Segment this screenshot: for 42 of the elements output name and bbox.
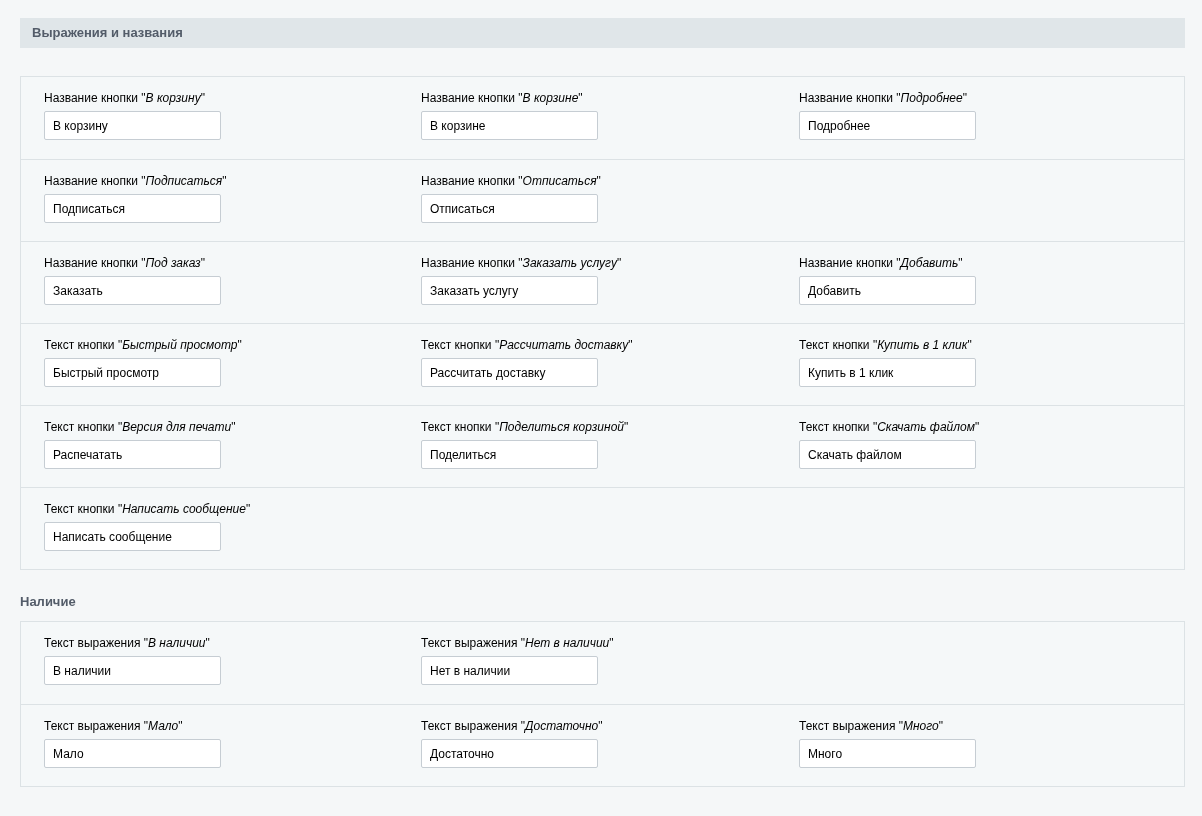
field-label: Текст кнопки "Быстрый просмотр" <box>44 338 242 353</box>
field-label: Название кнопки "Подробнее" <box>799 91 967 106</box>
input-field[interactable]: Заказать услугу <box>421 276 598 305</box>
field-label: Название кнопки "Заказать услугу" <box>421 256 622 271</box>
field-label: Текст выражения "Нет в наличии" <box>421 636 614 651</box>
field-label: Текст кнопки "Купить в 1 клик" <box>799 338 972 353</box>
input-field[interactable]: Мало <box>44 739 221 768</box>
field-label: Название кнопки "В корзину" <box>44 91 205 106</box>
field-label: Название кнопки "Подписаться" <box>44 174 227 189</box>
field-label: Текст выражения "Мало" <box>44 719 183 734</box>
input-field[interactable]: В корзину <box>44 111 221 140</box>
field-label: Название кнопки "Отписаться" <box>421 174 601 189</box>
input-field[interactable]: Поделиться <box>421 440 598 469</box>
section-title: Наличие <box>20 594 77 609</box>
field-label: Текст выражения "В наличии" <box>44 636 210 651</box>
field-label: Текст кнопки "Написать сообщение" <box>44 502 251 517</box>
input-field[interactable]: В наличии <box>44 656 221 685</box>
input-field[interactable]: Отписаться <box>421 194 598 223</box>
input-field[interactable]: Достаточно <box>421 739 598 768</box>
field-label: Название кнопки "Добавить" <box>799 256 963 271</box>
field-label: Текст кнопки "Рассчитать доставку" <box>421 338 633 353</box>
section-header: Выражения и названия <box>20 18 1185 48</box>
input-field[interactable]: Заказать <box>44 276 221 305</box>
field-label: Название кнопки "Под заказ" <box>44 256 205 271</box>
input-field[interactable]: Нет в наличии <box>421 656 598 685</box>
field-label: Текст кнопки "Поделиться корзиной" <box>421 420 629 435</box>
input-field[interactable]: Добавить <box>799 276 976 305</box>
field-label: Текст выражения "Достаточно" <box>421 719 603 734</box>
input-field[interactable]: Скачать файлом <box>799 440 976 469</box>
field-label: Текст кнопки "Скачать файлом" <box>799 420 980 435</box>
field-label: Название кнопки "В корзине" <box>421 91 583 106</box>
input-field[interactable]: Купить в 1 клик <box>799 358 976 387</box>
input-field[interactable]: Распечатать <box>44 440 221 469</box>
input-field[interactable]: Быстрый просмотр <box>44 358 221 387</box>
field-label: Текст выражения "Много" <box>799 719 943 734</box>
input-field[interactable]: Подробнее <box>799 111 976 140</box>
input-field[interactable]: Написать сообщение <box>44 522 221 551</box>
input-field[interactable]: Много <box>799 739 976 768</box>
input-field[interactable]: В корзине <box>421 111 598 140</box>
input-field[interactable]: Подписаться <box>44 194 221 223</box>
input-field[interactable]: Рассчитать доставку <box>421 358 598 387</box>
field-label: Текст кнопки "Версия для печати" <box>44 420 236 435</box>
